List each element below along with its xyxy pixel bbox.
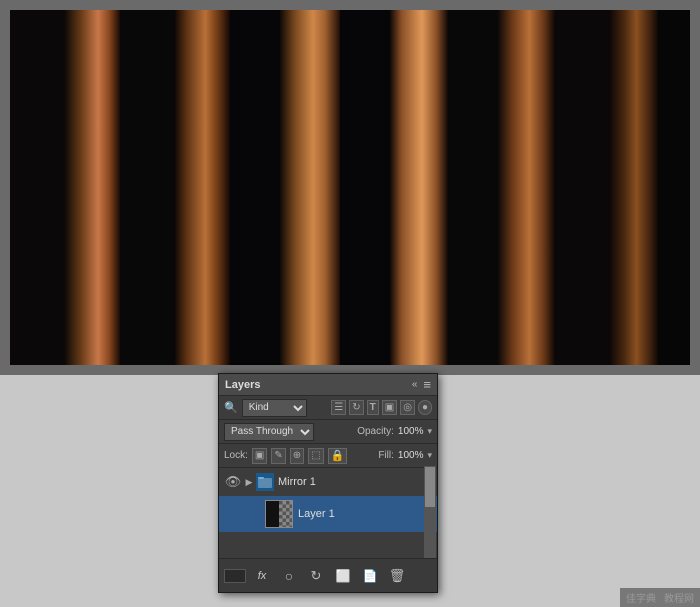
new-layer-button[interactable]: 📄: [359, 565, 381, 587]
watermark: 佳字典 教程网: [620, 588, 700, 607]
layers-panel-header-icons: « ≡: [412, 377, 431, 392]
new-adjustment-button[interactable]: ↻: [305, 565, 327, 587]
lock-artboard-icon[interactable]: ⬚: [308, 448, 323, 464]
expand-icon-group[interactable]: ▶: [242, 475, 256, 489]
filter-type-icon[interactable]: T: [367, 400, 379, 415]
canvas-area: [0, 0, 700, 375]
visibility-icon-group[interactable]: 👁: [224, 473, 242, 491]
group-folder-icon: [256, 473, 274, 491]
lock-row: Lock: ▣ ✎ ⊕ ⬚ 🔒 Fill: 100% ▾: [219, 444, 437, 468]
filter-row: 🔍 Kind Name Effect Mode Attribute Color …: [219, 396, 437, 420]
visibility-icon-sub[interactable]: [247, 505, 265, 523]
search-icon: 🔍: [224, 401, 238, 414]
filter-adjust-icon[interactable]: ↻: [349, 400, 363, 415]
opacity-label: Opacity:: [357, 426, 394, 437]
lock-icons-group: ▣ ✎ ⊕ ⬚ 🔒: [252, 448, 347, 464]
opacity-dropdown-icon[interactable]: ▾: [427, 426, 432, 437]
sub-layer-layer1[interactable]: Layer 1: [219, 496, 437, 532]
filter-shape-icon[interactable]: ▣: [382, 400, 397, 415]
blend-mode-select[interactable]: Pass Through Normal Dissolve Darken Mult…: [224, 423, 314, 441]
fx-button[interactable]: fx: [251, 565, 273, 587]
filter-toggle[interactable]: ●: [418, 400, 432, 415]
folder-icon-svg: [258, 476, 272, 488]
layers-panel-title: Layers: [225, 379, 260, 391]
lock-position-icon[interactable]: ⊕: [290, 448, 304, 464]
lock-image-icon[interactable]: ✎: [271, 448, 285, 464]
fill-dropdown-icon[interactable]: ▾: [427, 450, 432, 461]
group-layer-name: Mirror 1: [278, 476, 316, 488]
lock-all-icon[interactable]: 🔒: [328, 448, 348, 464]
thumb-checker-area: [279, 501, 292, 528]
canvas-image: [10, 10, 690, 365]
watermark-text1: 佳字典: [626, 590, 656, 605]
watermark-text2: 教程网: [664, 590, 694, 605]
delete-layer-button[interactable]: 🗑: [386, 565, 408, 587]
filter-kind-select[interactable]: Kind Name Effect Mode Attribute Color: [242, 399, 307, 417]
lock-label: Lock:: [224, 450, 248, 461]
thumb-black-area: [266, 501, 279, 528]
menu-icon[interactable]: ≡: [423, 377, 431, 392]
group-layer-mirror1[interactable]: 👁 ▶ Mirror 1: [219, 468, 437, 496]
collapse-icon[interactable]: «: [412, 379, 418, 390]
layers-panel-header: Layers « ≡: [219, 374, 437, 396]
layers-panel: Layers « ≡ 🔍 Kind Name Effect Mode Attri…: [218, 373, 438, 593]
dark-rect: [224, 569, 246, 583]
filter-icons-group: ☰ ↻ T ▣ ◎ ●: [331, 400, 432, 415]
scrollbar-thumb[interactable]: [425, 467, 435, 507]
blend-mode-row: Pass Through Normal Dissolve Darken Mult…: [219, 420, 437, 444]
new-group-button[interactable]: ⬜: [332, 565, 354, 587]
layers-toolbar: fx ○ ↻ ⬜ 📄 🗑: [219, 558, 437, 592]
opacity-value[interactable]: 100%: [398, 426, 424, 437]
filter-smart-icon[interactable]: ◎: [400, 400, 415, 415]
filter-pixel-icon[interactable]: ☰: [331, 400, 346, 415]
lock-transparent-icon[interactable]: ▣: [252, 448, 267, 464]
toolbar-dark-btn: [224, 565, 246, 587]
fill-label: Fill:: [378, 450, 394, 461]
face-overlay: [10, 10, 690, 365]
layer-thumbnail: [265, 500, 293, 528]
add-mask-button[interactable]: ○: [278, 565, 300, 587]
sub-layer-name: Layer 1: [298, 508, 335, 520]
fill-value[interactable]: 100%: [398, 450, 424, 461]
